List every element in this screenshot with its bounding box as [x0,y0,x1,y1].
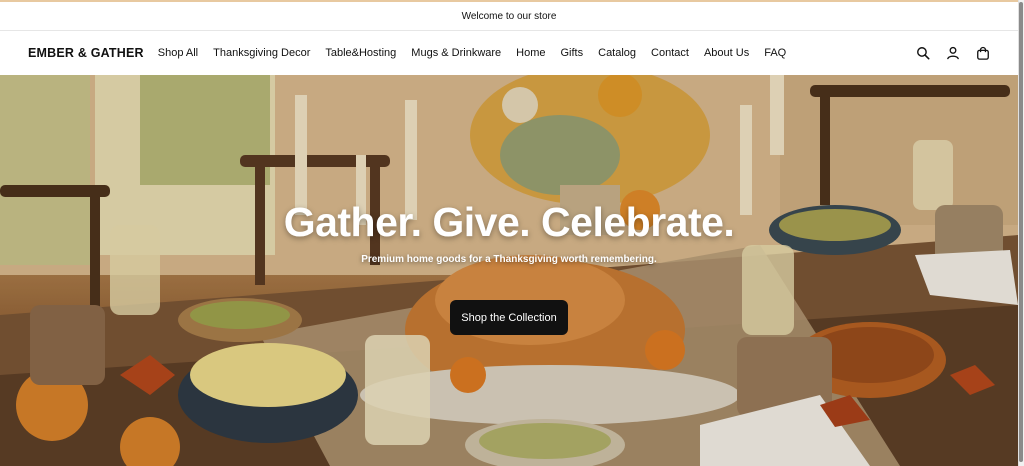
hero-overlay [0,75,1018,466]
main-nav: Shop All Thanksgiving Decor Table&Hostin… [158,47,801,59]
page-scrollbar[interactable] [1018,0,1024,466]
nav-item-shop-all[interactable]: Shop All [158,47,198,59]
nav-item-catalog[interactable]: Catalog [598,47,636,59]
nav-item-home[interactable]: Home [516,47,545,59]
nav-item-contact[interactable]: Contact [651,47,689,59]
hero-title: Gather. Give. Celebrate. [283,199,735,245]
announcement-text: Welcome to our store [461,10,557,22]
store-logo[interactable]: EMBER & GATHER [28,46,144,60]
announcement-bar: Welcome to our store [0,2,1018,31]
hero-subtitle: Premium home goods for a Thanksgiving wo… [361,254,657,265]
nav-item-gifts[interactable]: Gifts [561,47,584,59]
scrollbar-thumb[interactable] [1019,2,1023,462]
nav-item-about-us[interactable]: About Us [704,47,749,59]
nav-item-faq[interactable]: FAQ [764,47,786,59]
nav-item-thanksgiving-decor[interactable]: Thanksgiving Decor [213,47,310,59]
hero-banner: Gather. Give. Celebrate. Premium home go… [0,75,1018,466]
search-icon[interactable] [916,46,930,60]
site-header: EMBER & GATHER Shop All Thanksgiving Dec… [0,31,1018,75]
cart-bag-icon[interactable] [976,46,990,60]
account-icon[interactable] [946,46,960,60]
nav-item-mugs-drinkware[interactable]: Mugs & Drinkware [411,47,501,59]
shop-collection-button[interactable]: Shop the Collection [450,300,568,335]
header-icons [916,31,990,75]
nav-item-table-hosting[interactable]: Table&Hosting [325,47,396,59]
